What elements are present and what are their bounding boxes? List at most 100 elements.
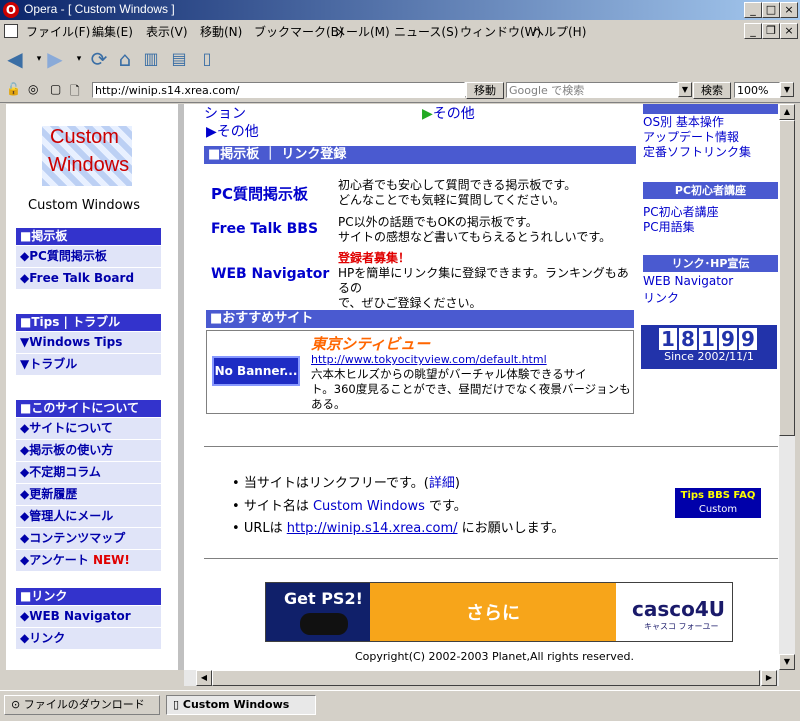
counter-digit: 8 (679, 328, 697, 350)
horizontal-scroll-thumb[interactable] (212, 670, 760, 686)
nav-history[interactable]: ◆更新履歴 (16, 484, 161, 506)
print-icon[interactable]: ▤ (168, 48, 190, 70)
recommend-desc-line3: ある。 (311, 397, 346, 411)
nav-trouble[interactable]: ▼トラブル (16, 354, 161, 376)
menu-mail[interactable]: メール(M) (334, 23, 390, 40)
download-label: ファイルのダウンロード (23, 698, 145, 711)
bbs-pc-link[interactable]: PC質問掲示板 (211, 183, 308, 204)
menu-bookmarks[interactable]: ブックマーク(B) (254, 23, 344, 40)
counter-digit: 1 (699, 328, 717, 350)
note-linkfree-detail-link[interactable]: 詳細 (429, 476, 455, 491)
no-banner-button[interactable]: No Banner... (212, 356, 300, 386)
right-link-web-navigator[interactable]: WEB Navigator (643, 274, 733, 288)
menu-file[interactable]: ファイル(F) (26, 23, 90, 40)
menu-navigate[interactable]: 移動(N) (200, 23, 242, 40)
search-engine-dropdown-icon[interactable]: ▼ (678, 82, 692, 97)
download-panel[interactable]: ⊙ ファイルのダウンロード (4, 695, 160, 715)
ad-brand-sub: キャスコ フォーユー (644, 622, 719, 631)
note-linkfree: • 当サイトはリンクフリーです。(詳細) (232, 476, 460, 491)
close-button[interactable]: × (780, 2, 798, 18)
note-sitename-link[interactable]: Custom Windows (313, 499, 425, 514)
scroll-right-icon[interactable]: ▶ (761, 670, 777, 686)
bbs-free-desc-line2: サイトの感想など書いてもらえるとうれしいです。 (338, 230, 612, 244)
bbs-section-bar: ■掲示板 ｜ リンク登録 (204, 146, 636, 164)
faq-badge[interactable]: Tips BBS FAQ Custom Windows (675, 488, 761, 529)
hotlist-icon[interactable]: ▥ (140, 48, 162, 70)
bookmark-page-icon[interactable]: 🗋 (70, 82, 80, 103)
note-url-link[interactable]: http://winip.s14.xrea.com/ (287, 521, 458, 536)
search-input[interactable]: Google で検索 (506, 82, 678, 98)
bbs-web-navigator-link[interactable]: WEB Navigator (211, 266, 329, 282)
nav-pc-bbs[interactable]: ◆PC質問掲示板 (16, 246, 161, 268)
security-icon[interactable]: ◎ (28, 82, 38, 96)
bbs-pc-desc: 初心者でも安心して質問できる掲示板です。 どんなことでも気軽に質問してください。 (338, 178, 576, 208)
counter-since: Since 2002/11/1 (664, 350, 754, 363)
new-badge: NEW! (92, 553, 130, 567)
page-info-icon[interactable]: ▢ (50, 82, 61, 96)
recommend-site-desc: 六本木ヒルズからの眺望がバーチャル体験できるサイ ト。360度見ることができ、昼… (311, 367, 633, 412)
nav-content-map[interactable]: ◆コンテンツマップ (16, 528, 161, 550)
note-sitename-suffix: です。 (424, 499, 467, 514)
recommend-site-url[interactable]: http://www.tokyocityview.com/default.htm… (311, 353, 547, 366)
bbs-web-desc-line2: で、ぜひご登録ください。 (338, 296, 482, 310)
reload-icon[interactable]: ⟳ (88, 48, 110, 70)
url-input[interactable]: http://winip.s14.xrea.com/ (92, 82, 465, 98)
nav-links[interactable]: ◆リンク (16, 628, 161, 650)
zoom-input[interactable]: 100% (734, 82, 780, 98)
nav-section-about: ■このサイトについて (16, 400, 161, 417)
forward-icon[interactable]: ▶ (44, 48, 66, 70)
maximize-button[interactable]: □ (762, 2, 780, 18)
forward-dropdown-icon[interactable]: ▾ (68, 48, 90, 70)
doc-minimize-button[interactable]: _ (744, 23, 762, 39)
go-button[interactable]: 移動 (466, 82, 504, 99)
nav-survey[interactable]: ◆アンケート NEW! (16, 550, 161, 572)
ad-center-text: さらに (466, 603, 520, 624)
partial-link-2[interactable]: ▶その他 (422, 103, 475, 123)
search-button[interactable]: 検索 (693, 82, 731, 99)
zoom-dropdown-icon[interactable]: ▼ (780, 82, 794, 97)
vertical-scrollbar[interactable]: ▲ ▼ (779, 104, 795, 670)
scroll-left-icon[interactable]: ◀ (196, 670, 212, 686)
bbs-free-desc-line1: PC以外の話題でもOKの掲示板です。 (338, 215, 538, 229)
nav-bbs-usage[interactable]: ◆掲示板の使い方 (16, 440, 161, 462)
partial-link-2-label: その他 (432, 106, 475, 122)
menu-help[interactable]: ヘルプ(H) (532, 23, 586, 40)
bbs-free-talk-link[interactable]: Free Talk BBS (211, 221, 318, 237)
menu-bar: ファイル(F) 編集(E) 表示(V) 移動(N) ブックマーク(B) メール(… (0, 20, 800, 43)
horizontal-scrollbar[interactable]: ◀ ▶ (184, 670, 779, 686)
page-tab[interactable]: ▯ Custom Windows (166, 695, 316, 715)
menu-window[interactable]: ウィンドウ(W) (460, 23, 541, 40)
right-link-software-links[interactable]: 定番ソフトリンク集 (643, 143, 751, 160)
menu-news[interactable]: ニュース(S) (394, 23, 458, 40)
scroll-up-icon[interactable]: ▲ (779, 104, 795, 120)
minimize-button[interactable]: _ (744, 2, 762, 18)
nav-section-links: ■リンク (16, 588, 161, 605)
nav-windows-tips[interactable]: ▼Windows Tips (16, 332, 161, 354)
nav-about-site[interactable]: ◆サイトについて (16, 418, 161, 440)
toolbar: ◀ ▾ ▶ ▾ ⟳ ⌂ ▥ ▤ ▯ (0, 42, 800, 79)
menu-edit[interactable]: 編集(E) (92, 23, 133, 40)
nav-web-navigator[interactable]: ◆WEB Navigator (16, 606, 161, 628)
new-page-icon[interactable]: ▯ (196, 48, 218, 70)
tab-page-icon: ▯ (173, 698, 183, 711)
left-sidebar: Custom Windows Custom Windows ■掲示板 ◆PC質問… (6, 104, 184, 670)
lock-icon[interactable]: 🔓 (6, 82, 21, 96)
right-link-links[interactable]: リンク (643, 289, 679, 306)
doc-restore-button[interactable]: ❐ (762, 23, 780, 39)
doc-close-button[interactable]: × (780, 23, 798, 39)
ad-banner[interactable]: Get PS2! さらに casco4U キャスコ フォーユー (265, 582, 733, 642)
note-linkfree-close: ) (454, 476, 460, 491)
recommend-site-name[interactable]: 東京シティビュー (311, 333, 430, 354)
scroll-down-icon[interactable]: ▼ (779, 654, 795, 670)
partial-link-1[interactable]: ション (204, 103, 246, 123)
nav-free-talk[interactable]: ◆Free Talk Board (16, 268, 161, 290)
vertical-scroll-thumb[interactable] (779, 120, 795, 436)
note-url: • URLは http://winip.s14.xrea.com/ にお願いしま… (232, 521, 565, 536)
back-icon[interactable]: ◀ (4, 48, 26, 70)
menu-view[interactable]: 表示(V) (146, 23, 188, 40)
nav-mail-admin[interactable]: ◆管理人にメール (16, 506, 161, 528)
home-icon[interactable]: ⌂ (114, 48, 136, 70)
right-link-glossary[interactable]: PC用語集 (643, 218, 695, 235)
top-other-link[interactable]: ▶その他 (206, 121, 259, 141)
nav-column[interactable]: ◆不定期コラム (16, 462, 161, 484)
